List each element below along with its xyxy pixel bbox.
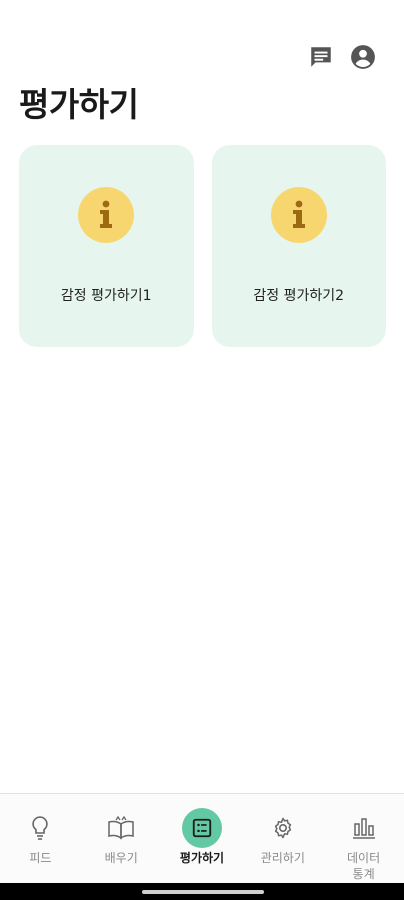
- nav-item-learn[interactable]: 배우기: [81, 794, 162, 883]
- nav-label: 데이터 통계: [347, 851, 381, 881]
- open-book-icon: [101, 810, 141, 846]
- nav-label: 피드: [29, 851, 52, 865]
- nav-label: 관리하기: [260, 851, 305, 865]
- nav-item-data-stats[interactable]: 데이터 통계: [323, 794, 404, 883]
- info-icon: [78, 187, 135, 243]
- bottom-nav: 피드 배우기 평가하기 관리하기 데이터 통계: [0, 793, 404, 883]
- evaluation-cards: 감정 평가하기1 감정 평가하기2: [19, 145, 386, 347]
- bar-chart-icon: [344, 810, 384, 846]
- evaluation-card-1[interactable]: 감정 평가하기1: [19, 145, 194, 347]
- card-label: 감정 평가하기1: [60, 288, 152, 304]
- nav-item-evaluate[interactable]: 평가하기: [162, 794, 243, 883]
- nav-label: 평가하기: [179, 851, 225, 865]
- gear-icon: [263, 810, 303, 846]
- page-title: 평가하기: [19, 85, 139, 124]
- nav-item-feed[interactable]: 피드: [0, 794, 81, 883]
- lightbulb-icon: [20, 810, 60, 846]
- card-label: 감정 평가하기2: [253, 288, 345, 304]
- nav-label: 배우기: [104, 851, 138, 865]
- evaluation-card-2[interactable]: 감정 평가하기2: [211, 145, 386, 347]
- chat-icon[interactable]: [308, 44, 334, 70]
- info-icon: [270, 187, 327, 243]
- home-indicator[interactable]: [142, 890, 264, 894]
- top-actions: [308, 44, 376, 70]
- nav-item-manage[interactable]: 관리하기: [242, 794, 323, 883]
- account-icon[interactable]: [350, 44, 376, 70]
- list-alt-icon: [181, 808, 222, 848]
